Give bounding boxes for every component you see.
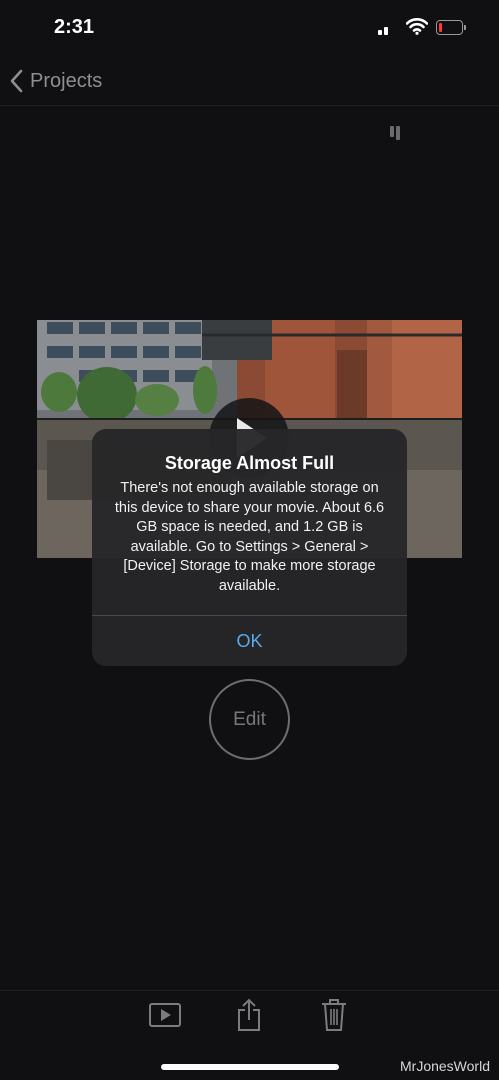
play-preview-button[interactable]	[148, 999, 182, 1031]
play-preview-icon	[149, 1003, 181, 1027]
back-label: Projects	[30, 69, 103, 92]
alert-message: There's not enough available storage on …	[114, 480, 385, 594]
wifi-icon	[405, 17, 429, 35]
alert-ok-button[interactable]: OK	[92, 616, 407, 666]
home-indicator[interactable]	[161, 1064, 339, 1070]
share-icon	[238, 998, 260, 1031]
status-bar: 2:31	[0, 0, 499, 140]
edit-button-label: Edit	[233, 708, 266, 730]
share-button[interactable]	[236, 997, 262, 1033]
storage-alert-dialog: Storage Almost Full There's not enough a…	[92, 429, 407, 666]
chevron-left-icon	[10, 69, 23, 93]
back-button[interactable]: Projects	[8, 66, 102, 96]
trash-icon	[322, 999, 346, 1031]
cellular-signal-icon	[378, 20, 402, 140]
alert-title: Storage Almost Full	[164, 453, 335, 473]
delete-button[interactable]	[321, 997, 347, 1033]
edit-button[interactable]: Edit	[209, 679, 290, 760]
imovie-project-screen: 2:31 Projects Edit Storage Almost Full T…	[0, 0, 499, 1080]
navigation-bar: Projects	[0, 56, 499, 106]
battery-low-icon	[436, 20, 466, 35]
status-time: 2:31	[54, 16, 95, 38]
watermark: MrJonesWorld	[400, 1058, 490, 1074]
